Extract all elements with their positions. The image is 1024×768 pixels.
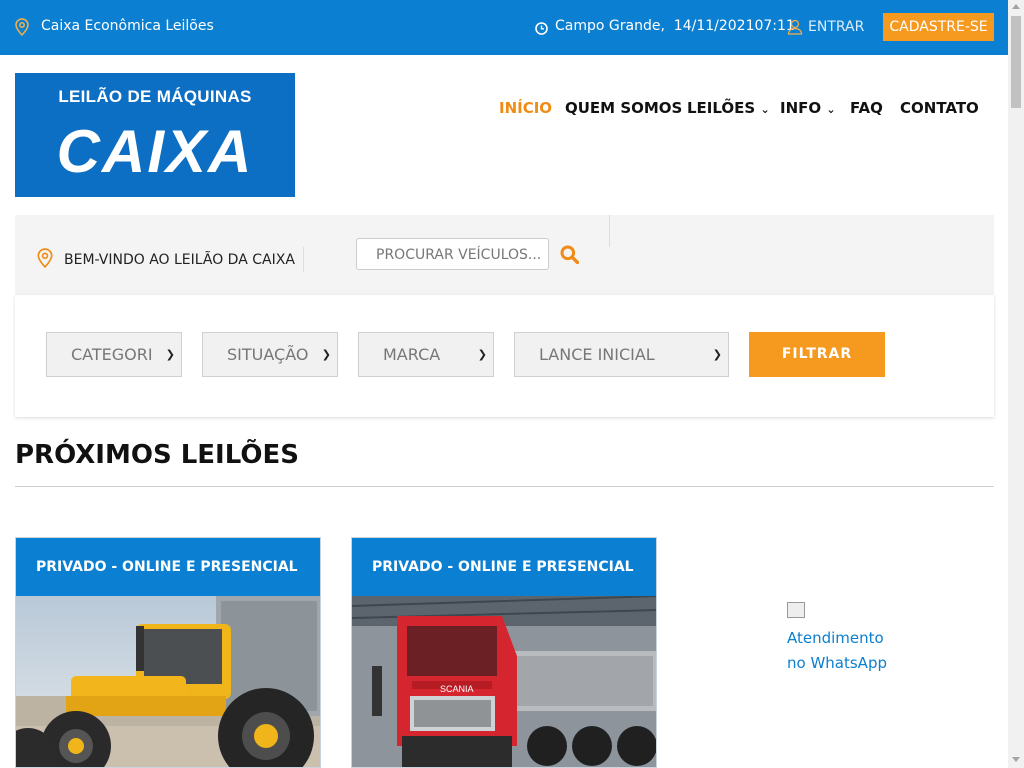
initial-bid-select-value: LANCE INICIAL xyxy=(539,345,655,364)
brand-select-value: MARCA xyxy=(383,345,441,364)
auction-card-label[interactable]: PRIVADO - ONLINE E PRESENCIAL xyxy=(352,538,656,596)
auction-card[interactable]: PRIVADO - ONLINE E PRESENCIAL SCANIA xyxy=(351,537,657,768)
auction-card-label[interactable]: PRIVADO - ONLINE E PRESENCIAL xyxy=(16,538,320,596)
site-brand[interactable]: Caixa Econômica Leilões xyxy=(41,18,214,34)
auction-card-image[interactable] xyxy=(16,596,320,767)
location-pin-icon xyxy=(15,18,29,40)
scroll-down-arrow-icon[interactable] xyxy=(1012,757,1020,762)
category-select[interactable]: CATEGORI ❯ xyxy=(46,332,182,377)
divider xyxy=(15,486,994,487)
category-select-value: CATEGORI xyxy=(71,345,153,364)
nav-item-quem-somos[interactable]: QUEM SOMOS xyxy=(565,99,682,117)
status-select[interactable]: SITUAÇÃO ❯ xyxy=(202,332,338,377)
search-icon[interactable] xyxy=(560,245,580,268)
scroll-up-arrow-icon[interactable] xyxy=(1012,4,1020,9)
vehicle-search-input[interactable]: PROCURAR VEÍCULOS... xyxy=(356,238,549,270)
auction-card[interactable]: PRIVADO - ONLINE E PRESENCIAL xyxy=(15,537,321,768)
brand-select[interactable]: MARCA ❯ xyxy=(358,332,494,377)
nav-item-leiloes-label: LEILÕES xyxy=(687,99,756,117)
search-band: BEM-VINDO AO LEILÃO DA CAIXA PROCURAR VE… xyxy=(15,215,994,295)
nav-item-inicio[interactable]: INÍCIO xyxy=(499,99,552,117)
divider xyxy=(303,247,304,272)
top-bar: Caixa Econômica Leilões Campo Grande, 14… xyxy=(0,0,1008,55)
signup-button[interactable]: CADASTRE-SE xyxy=(883,13,994,41)
filter-panel: CATEGORI ❯ SITUAÇÃO ❯ MARCA ❯ LANCE INIC… xyxy=(15,295,994,417)
logo-subtitle: LEILÃO DE MÁQUINAS xyxy=(58,87,252,106)
status-select-value: SITUAÇÃO xyxy=(227,345,309,364)
vertical-scrollbar[interactable] xyxy=(1008,0,1024,768)
chevron-down-icon: ❯ xyxy=(477,348,487,361)
logo-title: CAIXA xyxy=(56,118,254,185)
divider xyxy=(609,215,610,247)
nav-item-info-label: INFO xyxy=(780,99,822,117)
scrollbar-thumb[interactable] xyxy=(1011,16,1021,108)
chevron-down-icon: ❯ xyxy=(165,348,175,361)
clock-icon xyxy=(535,20,548,39)
auction-card-image[interactable]: SCANIA xyxy=(352,595,656,767)
chevron-down-icon: ⌄ xyxy=(826,103,836,116)
whatsapp-link[interactable]: Atendimento no WhatsApp xyxy=(787,601,897,676)
nav-item-faq[interactable]: FAQ xyxy=(850,99,883,117)
site-logo[interactable]: LEILÃO DE MÁQUINAS CAIXA xyxy=(15,73,295,197)
nav-item-leiloes[interactable]: LEILÕES ⌄ xyxy=(687,99,770,117)
nav-item-info[interactable]: INFO ⌄ xyxy=(780,99,836,117)
chevron-down-icon: ❯ xyxy=(321,348,331,361)
location-pin-icon xyxy=(37,248,53,272)
initial-bid-select[interactable]: LANCE INICIAL ❯ xyxy=(514,332,729,377)
filter-button[interactable]: FILTRAR xyxy=(749,332,885,377)
broken-image-icon xyxy=(787,602,805,618)
chevron-down-icon: ❯ xyxy=(712,348,722,361)
welcome-text: BEM-VINDO AO LEILÃO DA CAIXA xyxy=(64,252,295,268)
nav-item-contato[interactable]: CONTATO xyxy=(900,99,979,117)
svg-text:SCANIA: SCANIA xyxy=(440,684,474,694)
login-link[interactable]: ENTRAR xyxy=(808,19,864,35)
chevron-down-icon: ⌄ xyxy=(760,103,770,116)
whatsapp-alt-text: Atendimento no WhatsApp xyxy=(787,629,887,672)
user-icon xyxy=(787,19,803,39)
section-title: PRÓXIMOS LEILÕES xyxy=(15,440,299,470)
location-datetime: Campo Grande, 14/11/202107:11 xyxy=(555,18,795,34)
